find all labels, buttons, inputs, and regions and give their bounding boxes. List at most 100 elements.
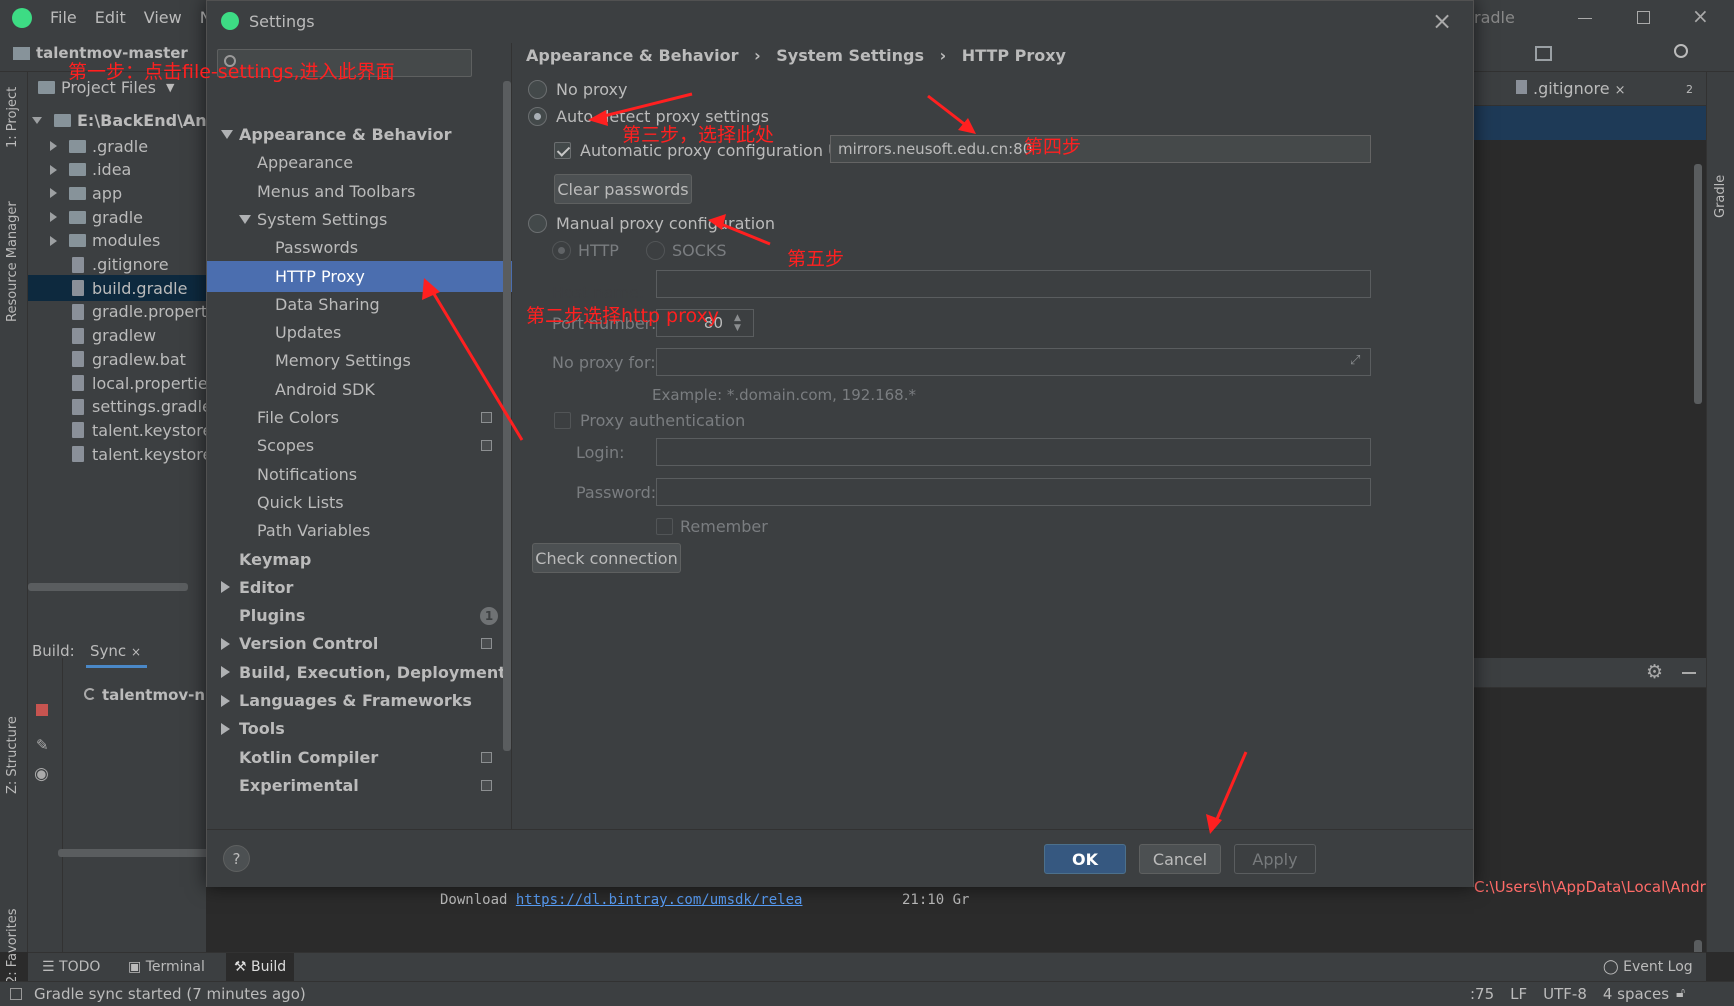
settings-nav-item[interactable]: File Colors: [207, 402, 512, 433]
build-sync-tab[interactable]: Sync ×: [86, 642, 147, 668]
status-toggle-icon[interactable]: [10, 988, 22, 1000]
cancel-button[interactable]: Cancel: [1139, 844, 1221, 874]
expand-arrow-icon[interactable]: [221, 722, 230, 735]
search-everywhere-icon[interactable]: [1674, 44, 1688, 58]
settings-nav-item[interactable]: Tools: [207, 713, 512, 744]
settings-nav-item[interactable]: Languages & Frameworks: [207, 685, 512, 716]
breadcrumb-item[interactable]: System Settings: [776, 46, 924, 65]
project-tool-tab[interactable]: 1: Project: [5, 87, 20, 148]
settings-nav-item[interactable]: Path Variables: [207, 515, 512, 546]
status-encoding[interactable]: UTF-8: [1543, 985, 1587, 1003]
status-indent[interactable]: 4 spaces: [1603, 985, 1669, 1003]
maximize-icon[interactable]: [1637, 11, 1650, 24]
http-radio[interactable]: [552, 241, 571, 260]
password-input[interactable]: [656, 478, 1371, 506]
host-name-input[interactable]: [656, 270, 1371, 298]
remember-label[interactable]: Remember: [680, 517, 768, 536]
console-link[interactable]: https://dl.bintray.com/umsdk/relea: [516, 892, 803, 908]
tab-counter[interactable]: 2: [1686, 83, 1693, 96]
tree-item[interactable]: talent.keystore: [28, 417, 208, 443]
manual-proxy-radio[interactable]: [528, 214, 547, 233]
breadcrumb-item[interactable]: Appearance & Behavior: [526, 46, 738, 65]
settings-nav-item[interactable]: Menus and Toolbars: [207, 176, 512, 207]
settings-nav-item[interactable]: Appearance: [207, 147, 512, 178]
settings-nav-item[interactable]: Editor: [207, 572, 512, 603]
settings-nav-item[interactable]: Build, Execution, Deployment: [207, 657, 512, 688]
stop-icon[interactable]: [36, 704, 48, 716]
expand-arrow-icon[interactable]: [50, 141, 57, 151]
socks-label[interactable]: SOCKS: [672, 241, 727, 260]
minimize-icon[interactable]: [1578, 18, 1592, 19]
gradle-tool-tab[interactable]: Gradle: [1713, 175, 1728, 218]
editor-tab-gitignore[interactable]: .gitignore ×: [1516, 79, 1626, 98]
login-input[interactable]: [656, 438, 1371, 466]
collapse-arrow-icon[interactable]: [239, 214, 251, 224]
auto-detect-radio[interactable]: [528, 107, 547, 126]
settings-nav-item[interactable]: Passwords: [207, 232, 512, 263]
menu-file[interactable]: File: [50, 8, 77, 27]
help-button[interactable]: ?: [223, 845, 250, 872]
settings-nav-item[interactable]: Appearance & Behavior: [207, 119, 512, 150]
clear-passwords-button[interactable]: Clear passwords: [554, 174, 692, 204]
expand-arrow-icon[interactable]: [221, 694, 230, 707]
socks-radio[interactable]: [646, 241, 665, 260]
tree-item[interactable]: app: [28, 180, 208, 206]
expand-icon[interactable]: ⤢: [1350, 353, 1360, 368]
expand-arrow-icon[interactable]: [221, 581, 230, 594]
expand-arrow-icon[interactable]: [221, 666, 230, 679]
settings-nav-item[interactable]: Quick Lists: [207, 487, 512, 518]
check-connection-button[interactable]: Check connection: [532, 543, 681, 573]
settings-nav-item[interactable]: Experimental: [207, 770, 512, 801]
settings-nav-item[interactable]: Memory Settings: [207, 345, 512, 376]
tree-item[interactable]: .gitignore: [28, 252, 208, 278]
todo-tab[interactable]: ☰ TODO: [42, 959, 100, 975]
resource-manager-tool-tab[interactable]: Resource Manager: [5, 201, 20, 322]
terminal-tab[interactable]: ▣ Terminal: [128, 959, 205, 975]
tree-item[interactable]: gradle: [28, 204, 208, 230]
build-tab[interactable]: ⚒ Build: [226, 953, 295, 981]
tree-root[interactable]: E:\BackEnd\Andr: [28, 107, 208, 133]
no-proxy-radio[interactable]: [528, 80, 547, 99]
settings-nav-item[interactable]: HTTP Proxy: [207, 260, 512, 292]
no-proxy-for-input[interactable]: [656, 348, 1371, 376]
auto-url-checkbox[interactable]: [554, 142, 571, 159]
no-proxy-label[interactable]: No proxy: [556, 80, 627, 99]
tree-item[interactable]: talent.keystore: [28, 441, 208, 467]
pin-icon[interactable]: ✎: [36, 736, 49, 754]
favorites-tool-tab[interactable]: 2: Favorites: [5, 908, 20, 984]
settings-nav-item[interactable]: Updates: [207, 317, 512, 348]
tree-item[interactable]: build.gradle: [28, 275, 208, 302]
expand-arrow-icon[interactable]: [50, 164, 57, 175]
structure-tool-tab[interactable]: Z: Structure: [5, 716, 20, 794]
remember-checkbox[interactable]: [656, 518, 673, 535]
close-tab-icon[interactable]: ×: [131, 645, 141, 659]
tree-item[interactable]: gradle.propert: [28, 299, 208, 325]
proxy-auth-checkbox[interactable]: [554, 412, 571, 429]
settings-nav-item[interactable]: Android SDK: [207, 374, 512, 405]
expand-arrow-icon[interactable]: [50, 212, 57, 223]
close-tab-icon[interactable]: ×: [1615, 83, 1626, 98]
tree-item[interactable]: .gradle: [28, 133, 208, 159]
sync-list-item[interactable]: talentmov-n: [84, 686, 205, 704]
event-log-tab[interactable]: ◯ Event Log: [1603, 959, 1693, 975]
expand-arrow-icon[interactable]: [50, 235, 57, 246]
nav-scrollbar[interactable]: [503, 81, 511, 751]
expand-arrow-icon[interactable]: [50, 188, 57, 199]
settings-nav-item[interactable]: Notifications: [207, 459, 512, 490]
collapse-arrow-icon[interactable]: [221, 130, 233, 139]
proxy-auth-label[interactable]: Proxy authentication: [580, 411, 745, 430]
tree-item[interactable]: local.propertie: [28, 370, 208, 396]
settings-nav-item[interactable]: Data Sharing: [207, 289, 512, 320]
expand-arrow-icon[interactable]: [221, 637, 230, 650]
expand-arrow-icon[interactable]: [32, 116, 42, 124]
apply-button[interactable]: Apply: [1234, 844, 1316, 874]
menu-view[interactable]: View: [144, 8, 182, 27]
tree-item[interactable]: settings.gradle: [28, 394, 208, 420]
auto-url-input[interactable]: mirrors.neusoft.edu.cn:80: [830, 135, 1371, 163]
eye-icon[interactable]: ◉: [34, 764, 49, 784]
settings-nav-item[interactable]: Kotlin Compiler: [207, 742, 512, 773]
menu-edit[interactable]: Edit: [95, 8, 126, 27]
vertical-scrollbar[interactable]: [1694, 164, 1702, 404]
http-label[interactable]: HTTP: [578, 241, 619, 260]
horizontal-scrollbar[interactable]: [28, 583, 188, 591]
